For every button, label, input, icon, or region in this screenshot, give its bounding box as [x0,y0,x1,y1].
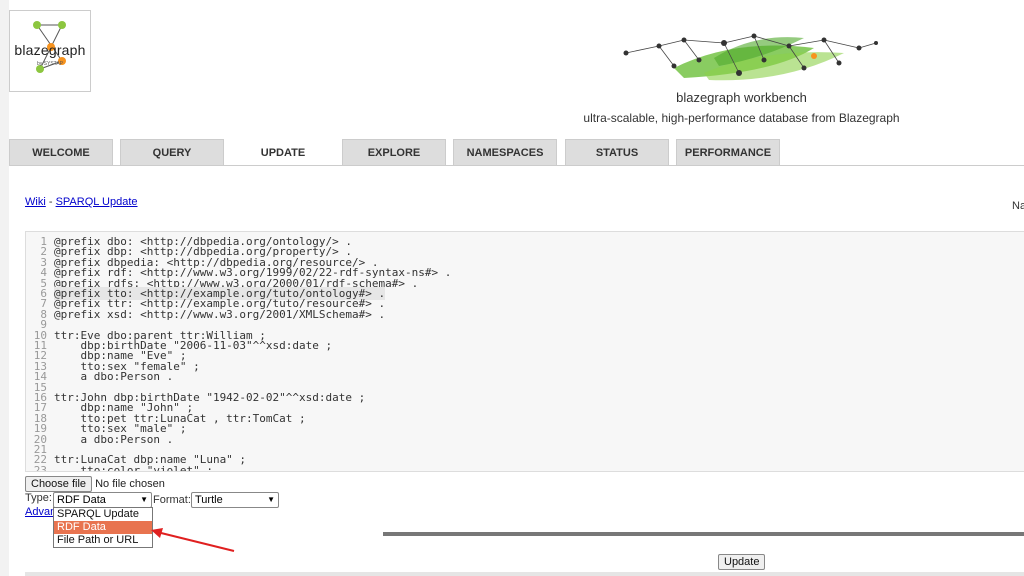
advanced-options-link[interactable]: Advan [25,506,56,518]
logo-wordmark: blazegraph [14,42,86,58]
type-select-value: RDF Data [57,494,106,506]
annotation-arrow-icon [151,528,235,552]
page: blazegraph by SYSTAP blazegraph workbenc… [9,0,1024,576]
namespace-label: Na [1012,200,1024,212]
wiki-link[interactable]: Wiki [25,196,46,208]
type-dropdown-list: SPARQL Update RDF Data File Path or URL [53,507,153,548]
tab-status[interactable]: STATUS [565,139,669,166]
tab-namespaces[interactable]: NAMESPACES [453,139,557,166]
type-select[interactable]: RDF Data ▼ [53,492,152,508]
blazegraph-logo[interactable]: blazegraph by SYSTAP [9,10,91,92]
type-label: Type: [25,492,52,504]
app-subtitle: ultra-scalable, high-performance databas… [583,111,900,125]
links-separator: - [45,196,56,208]
option-sparql-update[interactable]: SPARQL Update [54,508,152,521]
tab-performance[interactable]: PERFORMANCE [676,139,780,166]
option-rdf-data[interactable]: RDF Data [54,521,152,534]
type-format-row: Type: [25,492,52,504]
horizontal-divider-bar [383,532,1024,536]
sparql-update-link[interactable]: SPARQL Update [56,196,138,208]
choose-file-button[interactable]: Choose file [25,476,93,492]
logo-tagline: by SYSTAP [36,61,64,67]
app-title: blazegraph workbench [676,90,807,105]
results-area [25,572,1024,576]
banner-graph-icon [623,33,878,81]
tab-welcome[interactable]: WELCOME [9,139,113,166]
help-links: Wiki - SPARQL Update [25,196,138,208]
option-file-path-or-url[interactable]: File Path or URL [54,534,152,547]
line-number: 23 [33,463,47,472]
update-button[interactable]: Update [718,554,766,570]
